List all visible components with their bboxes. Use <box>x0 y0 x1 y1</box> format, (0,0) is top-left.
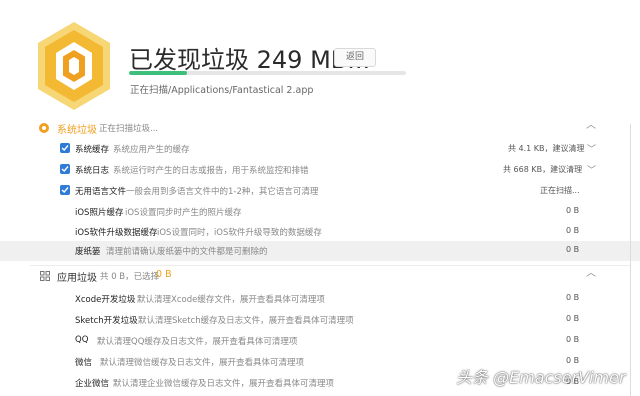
checkbox-checked[interactable] <box>60 185 70 195</box>
app-logo-icon <box>38 22 110 110</box>
item-size: 0 B <box>566 206 580 215</box>
item-size: 0 B <box>566 245 580 254</box>
list-item[interactable]: 废纸篓 清理前请确认废纸篓中的文件都是可删除的 0 B <box>0 241 640 261</box>
item-name: QQ <box>75 335 89 345</box>
item-desc: 默认清理企业微信缓存及日志文件，展开查看具体可清理项 <box>113 379 335 389</box>
scan-progress-fill <box>129 71 188 75</box>
back-button[interactable]: 返回 <box>334 48 376 67</box>
item-name: iOS照片缓存 <box>75 208 124 218</box>
item-desc: iOS设置同步时产生的照片缓存 <box>125 208 242 218</box>
chevron-up-icon[interactable]: ︿ <box>586 121 596 131</box>
list-item[interactable]: 系统日志 系统运行时产生的日志或报告，用于系统监控和排错 共 668 KB，建议… <box>0 160 640 180</box>
system-junk-status: 正在扫描垃圾... <box>99 124 159 134</box>
item-desc: 清理前请确认废纸篓中的文件都是可删除的 <box>106 247 268 257</box>
item-size: 0 B <box>566 226 580 235</box>
item-name: 系统缓存 <box>75 145 110 155</box>
item-name: iOS软件升级数据缓存 <box>75 228 158 238</box>
item-desc: 默认清理Xcode缓存文件，展开查看具体可清理项 <box>137 295 325 305</box>
scan-path-text: 正在扫描/Applications/Fantastical 2.app <box>130 85 314 96</box>
item-size: 共 668 KB，建议清理 <box>503 165 583 174</box>
item-desc: 默认清理Sketch缓存及日志文件，展开查看具体可清理项 <box>138 316 354 326</box>
chevron-down-icon[interactable]: ﹀ <box>587 163 596 176</box>
window-edge-divider <box>630 124 631 396</box>
item-name: 企业微信 <box>75 379 110 389</box>
watermark: 头条 @EmacserVimer <box>456 368 626 387</box>
app-junk-selected: 0 B <box>156 269 172 280</box>
item-desc: iOS设置同时，iOS软件升级导致的数据缓存 <box>157 228 322 238</box>
item-size: 0 B <box>566 293 580 302</box>
list-item[interactable]: 无用语言文件 一般会用到多语言文件中的1-2种，其它语言可清理 正在扫描... <box>0 181 640 201</box>
item-size: 0 B <box>566 314 580 323</box>
list-item[interactable]: iOS照片缓存 iOS设置同步时产生的照片缓存 0 B <box>0 202 640 222</box>
item-desc: 默认清理微信缓存及日志文件，展开查看具体可清理项 <box>100 358 305 368</box>
system-junk-title: 系统垃圾 <box>57 125 97 136</box>
item-name: Sketch开发垃圾 <box>75 316 138 326</box>
app-junk-section-header[interactable]: 应用垃圾 共 0 B，已选择 0 B ︿ <box>0 265 640 287</box>
item-desc: 系统应用产生的缓存 <box>113 145 190 155</box>
item-name: 系统日志 <box>75 166 110 176</box>
list-item[interactable]: 系统缓存 系统应用产生的缓存 共 4.1 KB，建议清理 ﹀ <box>0 139 640 159</box>
grid-icon <box>40 271 50 281</box>
app-junk-title: 应用垃圾 <box>57 273 97 284</box>
chevron-down-icon[interactable]: ﹀ <box>587 142 596 155</box>
list-item[interactable]: iOS软件升级数据缓存 iOS设置同时，iOS软件升级导致的数据缓存 0 B <box>0 222 640 242</box>
app-junk-summary: 共 0 B，已选择 <box>100 272 160 282</box>
list-item[interactable]: Sketch开发垃圾 默认清理Sketch缓存及日志文件，展开查看具体可清理项 … <box>0 310 640 330</box>
list-item[interactable]: Xcode开发垃圾 默认清理Xcode缓存文件，展开查看具体可清理项 0 B <box>0 289 640 309</box>
item-size: 0 B <box>566 335 580 344</box>
item-name: 微信 <box>75 358 93 368</box>
scan-header: 已发现垃圾 249 MB... 返回 正在扫描/Applications/Fan… <box>0 0 640 118</box>
item-size: 正在扫描... <box>540 186 580 195</box>
item-name: Xcode开发垃圾 <box>75 295 136 305</box>
gear-loading-icon <box>39 123 49 133</box>
item-size: 共 4.1 KB，建议清理 <box>508 144 585 153</box>
checkbox-checked[interactable] <box>60 143 70 153</box>
list-item[interactable]: QQ 默认清理QQ缓存及日志文件，展开查看具体可清理项 0 B <box>0 331 640 351</box>
item-name: 无用语言文件 <box>75 187 127 197</box>
item-desc: 一般会用到多语言文件中的1-2种，其它语言可清理 <box>126 187 319 197</box>
item-name: 废纸篓 <box>75 247 101 257</box>
scan-progress-bar <box>129 71 406 75</box>
item-desc: 系统运行时产生的日志或报告，用于系统监控和排错 <box>113 166 309 176</box>
item-desc: 默认清理QQ缓存及日志文件，展开查看具体可清理项 <box>97 337 298 347</box>
system-junk-section-header[interactable]: 系统垃圾 正在扫描垃圾... ︿ <box>0 117 640 139</box>
checkbox-checked[interactable] <box>60 164 70 174</box>
chevron-up-icon[interactable]: ︿ <box>586 269 596 279</box>
